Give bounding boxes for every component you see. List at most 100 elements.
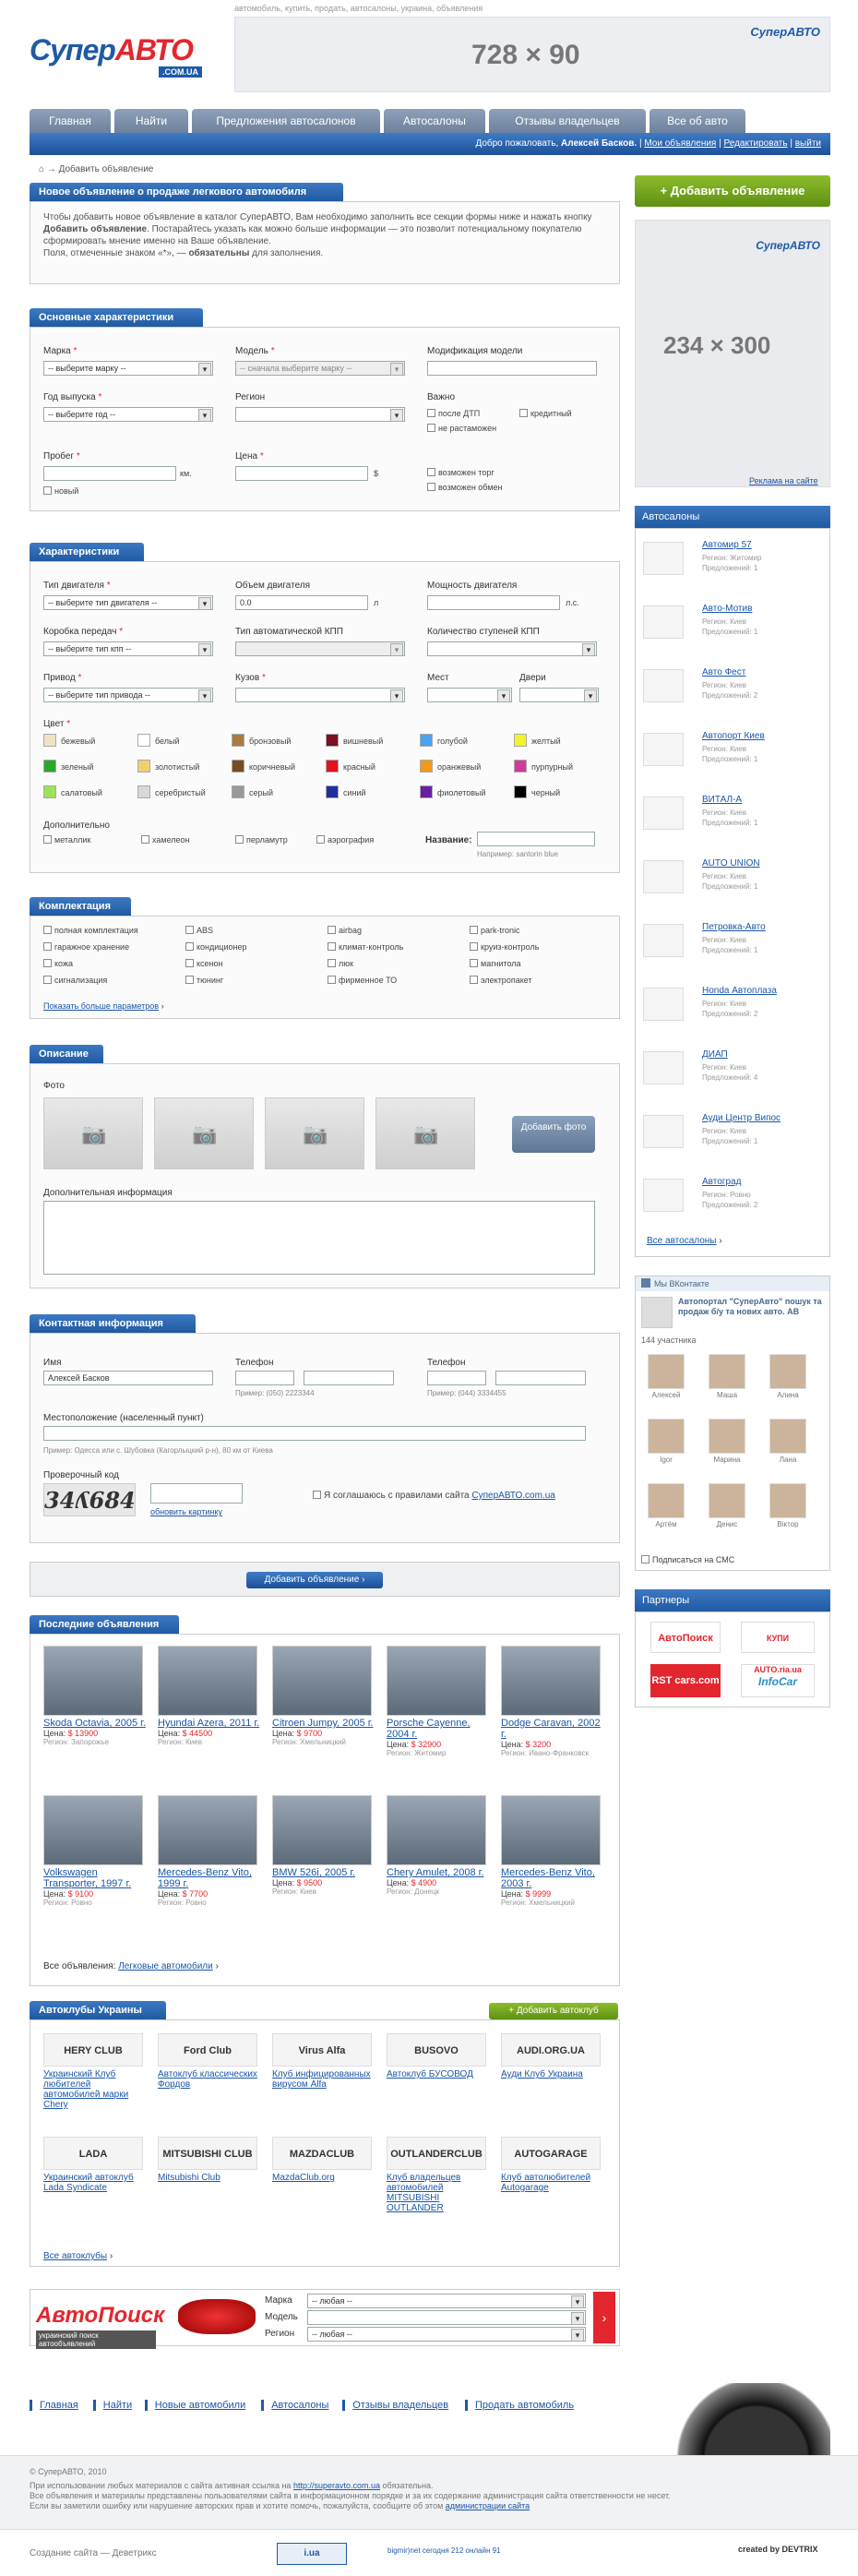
phone2-number-input[interactable] bbox=[495, 1371, 586, 1385]
listing-card[interactable]: BMW 526i, 2005 г. Цена: $ 9500 Регион: Кие… bbox=[272, 1795, 375, 1896]
vk-member[interactable]: Марина bbox=[706, 1419, 748, 1464]
listing-title[interactable]: Chery Amulet, 2008 г. bbox=[387, 1867, 490, 1878]
listing-card[interactable]: Dodge Caravan, 2002 г. Цена: $ 3200 Регион… bbox=[501, 1646, 604, 1757]
vk-member[interactable]: Igor bbox=[645, 1419, 687, 1464]
club-card[interactable]: MITSUBISHI CLUB Mitsubishi Club bbox=[158, 2137, 261, 2183]
admin-link[interactable]: администрации сайта bbox=[446, 2501, 530, 2510]
car-photo[interactable] bbox=[158, 1795, 257, 1865]
avatar[interactable] bbox=[709, 1354, 745, 1389]
dealer-item[interactable]: Авто Фест Регион: Киев Предложений: 2 bbox=[636, 664, 829, 719]
color-swatch[interactable]: оранжевый bbox=[420, 760, 481, 773]
agree-checkbox[interactable]: Я соглашаюсь с правилами сайта СуперАВТО… bbox=[313, 1491, 555, 1501]
tab-dealers[interactable]: Автосалоны bbox=[384, 109, 485, 133]
footer-link[interactable]: Найти bbox=[92, 2400, 132, 2411]
avatar[interactable] bbox=[709, 1483, 745, 1518]
equip-checkbox[interactable]: park-tronic bbox=[470, 926, 520, 935]
captcha-input[interactable] bbox=[150, 1483, 243, 1504]
color-swatch[interactable]: синий bbox=[326, 785, 366, 798]
chameleon-checkbox[interactable]: хамелеон bbox=[141, 835, 190, 845]
logout-link[interactable]: выйти bbox=[795, 138, 821, 149]
color-swatch[interactable]: золотистый bbox=[137, 760, 199, 773]
gearbox-select[interactable]: -- выберите тип кпп -- bbox=[43, 641, 213, 656]
dealer-item[interactable]: ДИАП Регион: Киев Предложений: 4 bbox=[636, 1046, 829, 1101]
price-input[interactable] bbox=[235, 466, 368, 481]
phone1-code-input[interactable] bbox=[235, 1371, 294, 1385]
avatar[interactable] bbox=[769, 1354, 806, 1389]
metallic-checkbox[interactable]: металлик bbox=[43, 835, 90, 845]
club-logo[interactable]: MAZDACLUB bbox=[272, 2137, 372, 2170]
listing-title[interactable]: Citroen Jumpy, 2005 г. bbox=[272, 1718, 375, 1729]
all-dealers-link[interactable]: Все автосалоны bbox=[647, 1236, 716, 1246]
search-make-select[interactable]: -- любая -- bbox=[307, 2294, 586, 2308]
bigmir-counter[interactable]: bigmir)net сегодня 212 онлайн 91 bbox=[387, 2546, 500, 2555]
vk-member[interactable]: Маша bbox=[706, 1354, 748, 1399]
avatar[interactable] bbox=[648, 1483, 685, 1518]
car-photo[interactable] bbox=[272, 1646, 372, 1716]
engine-type-select[interactable]: -- выберите тип двигателя -- bbox=[43, 595, 213, 610]
club-card[interactable]: LADA Украинский автоклуб Lada Syndicate bbox=[43, 2137, 147, 2193]
listing-title[interactable]: Mercedes-Benz Vito, 1999 г. bbox=[158, 1867, 261, 1889]
equip-checkbox[interactable]: климат-контроль bbox=[328, 942, 403, 952]
car-photo[interactable] bbox=[43, 1795, 143, 1865]
all-clubs-link[interactable]: Все автоклубы bbox=[43, 2251, 107, 2261]
listing-title[interactable]: Skoda Octavia, 2005 г. bbox=[43, 1718, 147, 1729]
club-logo[interactable]: Ford Club bbox=[158, 2033, 257, 2067]
new-checkbox[interactable]: новый bbox=[43, 486, 78, 496]
club-card[interactable]: OUTLANDERCLUB Клуб владельцев автомобилей… bbox=[387, 2137, 490, 2213]
club-logo[interactable]: AUDI.ORG.UA bbox=[501, 2033, 601, 2067]
dealer-name[interactable]: Honda Автоплаза bbox=[702, 986, 777, 996]
club-logo[interactable]: BUSOVO bbox=[387, 2033, 486, 2067]
add-ad-sidebar-button[interactable]: + Добавить объявление bbox=[635, 175, 830, 207]
club-name[interactable]: Mitsubishi Club bbox=[158, 2173, 261, 2183]
partner-autoria[interactable]: КУПИ AUTO.ria.ua bbox=[741, 1622, 815, 1674]
search-model-select[interactable] bbox=[307, 2310, 586, 2325]
doors-select[interactable] bbox=[519, 688, 599, 702]
color-swatch[interactable]: серебристый bbox=[137, 785, 206, 798]
avatar[interactable] bbox=[648, 1354, 685, 1389]
seats-select[interactable] bbox=[427, 688, 512, 702]
exchange-checkbox[interactable]: возможен обмен bbox=[427, 483, 502, 492]
model-select[interactable]: -- сначала выберите марку -- bbox=[235, 361, 405, 376]
dealer-item[interactable]: Ауди Центр Випос Регион: Киев Предложений:… bbox=[636, 1109, 829, 1165]
additional-info-textarea[interactable] bbox=[43, 1201, 595, 1275]
vk-group-name[interactable]: Автопортал "СуперАвто" пошук та продаж б… bbox=[678, 1297, 826, 1317]
auto-gearbox-select[interactable] bbox=[235, 641, 405, 656]
dealer-item[interactable]: ВИТАЛ-А Регион: Киев Предложений: 1 bbox=[636, 791, 829, 846]
tab-find[interactable]: Найти bbox=[114, 109, 188, 133]
dealer-logo[interactable] bbox=[643, 1179, 684, 1212]
footer-link[interactable]: Продать автомобиль bbox=[465, 2400, 574, 2411]
photo-slot-2[interactable] bbox=[154, 1097, 254, 1169]
more-params-link[interactable]: Показать больше параметров bbox=[43, 1001, 159, 1011]
footer-link[interactable]: Автосалоны bbox=[261, 2400, 328, 2411]
photo-slot-3[interactable] bbox=[265, 1097, 364, 1169]
bargain-checkbox[interactable]: возможен торг bbox=[427, 468, 495, 477]
car-photo[interactable] bbox=[387, 1795, 486, 1865]
club-name[interactable]: Ауди Клуб Украина bbox=[501, 2069, 604, 2079]
club-card[interactable]: Ford Club Автоклуб классических Фордов bbox=[158, 2033, 261, 2090]
equip-checkbox[interactable]: электропакет bbox=[470, 976, 532, 985]
dealer-name[interactable]: Автоград bbox=[702, 1177, 741, 1187]
partner-autopoisk[interactable]: АвтоПоиск bbox=[650, 1622, 721, 1653]
club-name[interactable]: Клуб автолюбителей Autogarage bbox=[501, 2173, 604, 2193]
edit-profile-link[interactable]: Редактировать bbox=[724, 138, 788, 149]
car-photo[interactable] bbox=[43, 1646, 143, 1716]
color-swatch[interactable]: бронзовый bbox=[232, 734, 291, 747]
car-photo[interactable] bbox=[387, 1646, 486, 1716]
avatar[interactable] bbox=[769, 1483, 806, 1518]
color-name-input[interactable] bbox=[477, 832, 595, 846]
phone1-number-input[interactable] bbox=[304, 1371, 394, 1385]
color-swatch[interactable]: коричневый bbox=[232, 760, 295, 773]
vk-member[interactable]: Алексей bbox=[645, 1354, 687, 1399]
dealer-name[interactable]: Автопорт Киев bbox=[702, 731, 765, 741]
my-ads-link[interactable]: Мои объявления bbox=[644, 138, 716, 149]
region-select[interactable] bbox=[235, 407, 405, 422]
club-name[interactable]: Украинский автоклуб Lada Syndicate bbox=[43, 2173, 147, 2193]
club-name[interactable]: MazdaClub.org bbox=[272, 2173, 375, 2183]
footer-link[interactable]: Новые автомобили bbox=[144, 2400, 245, 2411]
credit-checkbox[interactable]: кредитный bbox=[519, 409, 572, 418]
dealer-logo[interactable] bbox=[643, 733, 684, 766]
dealer-name[interactable]: Петровка-Авто bbox=[702, 922, 766, 932]
club-logo[interactable]: Virus Alfa bbox=[272, 2033, 372, 2067]
refresh-captcha-link[interactable]: обновить картинку bbox=[150, 1507, 222, 1516]
engine-power-input[interactable] bbox=[427, 595, 560, 610]
